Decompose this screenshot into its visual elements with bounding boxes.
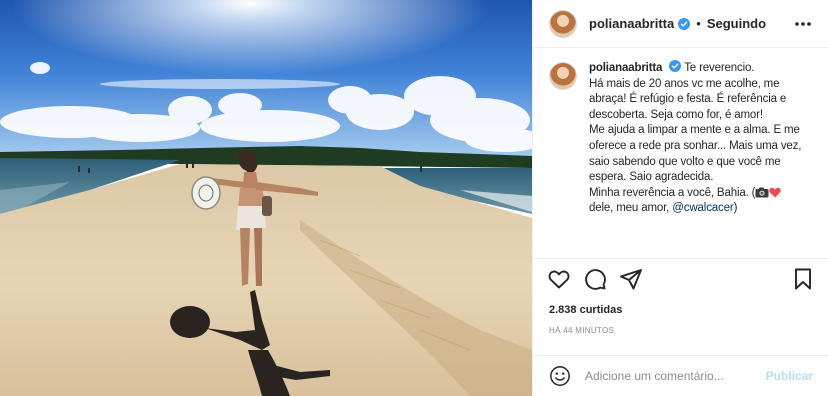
post-photo[interactable] <box>0 0 532 396</box>
publish-button[interactable]: Publicar <box>766 369 813 383</box>
beach-photo <box>0 0 532 396</box>
caption-line: Há mais de 20 anos vc me acolhe, me abra… <box>589 77 787 121</box>
heart-emoji-icon <box>769 187 782 198</box>
caption-line: Te reverencio. <box>684 62 755 74</box>
author-username[interactable]: polianaabritta <box>589 16 674 31</box>
caption-username[interactable]: polianaabritta <box>589 62 662 74</box>
comment-box: Publicar <box>533 355 828 396</box>
post-timestamp[interactable]: HÁ 44 MINUTOS <box>549 326 614 335</box>
heart-icon[interactable] <box>547 267 571 291</box>
action-bar <box>533 258 828 298</box>
verified-badge-icon <box>669 60 682 72</box>
verified-badge-icon <box>678 17 691 30</box>
caption-line: Me ajuda a limpar a mente e a alma. E me… <box>589 124 802 184</box>
mention-link[interactable]: @cwalcacer <box>672 202 733 214</box>
author-avatar[interactable] <box>549 9 577 38</box>
caption-line: dele, meu amor, <box>589 202 670 215</box>
comment-icon[interactable] <box>583 267 607 291</box>
more-options-icon[interactable] <box>793 14 813 34</box>
caption-text: polianaabritta Te reverencio. Há mais de… <box>589 60 802 215</box>
post-side-panel: polianaabritta • Seguindo polianaabritta <box>532 0 828 396</box>
likes-count[interactable]: 2.838 curtidas <box>549 304 622 316</box>
post-header: polianaabritta • Seguindo <box>533 0 828 48</box>
caption-block: polianaabritta Te reverencio. Há mais de… <box>533 60 828 260</box>
following-button[interactable]: Seguindo <box>707 16 766 31</box>
separator-dot: • <box>696 16 701 31</box>
smile-icon[interactable] <box>549 365 571 387</box>
instagram-post-view: polianaabritta • Seguindo polianaabritta <box>0 0 828 396</box>
comment-input[interactable] <box>585 369 755 383</box>
caption-author-avatar[interactable] <box>549 62 577 90</box>
send-icon[interactable] <box>619 267 643 291</box>
camera-emoji-icon <box>755 187 769 198</box>
bookmark-icon[interactable] <box>791 267 815 291</box>
caption-line: Minha reverência a você, Bahia. <box>589 186 749 199</box>
